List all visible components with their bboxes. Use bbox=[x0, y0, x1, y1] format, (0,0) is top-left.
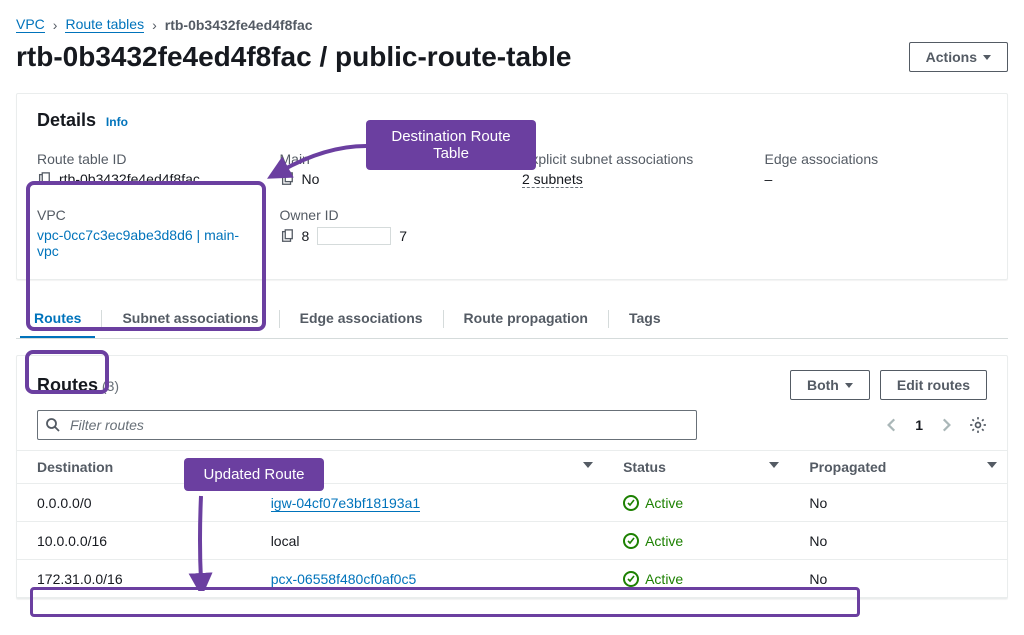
cell-destination: 0.0.0.0/0 bbox=[17, 484, 251, 522]
sort-icon bbox=[769, 462, 779, 472]
status-active-icon bbox=[623, 533, 639, 549]
both-button[interactable]: Both bbox=[790, 370, 870, 400]
actions-button[interactable]: Actions bbox=[909, 42, 1008, 72]
details-panel: Details Info Route table ID rtb-0b3432fe… bbox=[16, 93, 1008, 280]
copy-icon[interactable] bbox=[280, 172, 294, 186]
route-table-id-label: Route table ID bbox=[37, 151, 260, 167]
settings-icon[interactable] bbox=[969, 416, 987, 434]
sort-icon bbox=[987, 462, 997, 472]
info-link[interactable]: Info bbox=[106, 115, 128, 129]
table-row: 0.0.0.0/0 igw-04cf07e3bf18193a1 ActiveNo bbox=[17, 484, 1007, 522]
cell-destination: 10.0.0.0/16 bbox=[17, 522, 251, 560]
cell-propagated: No bbox=[789, 522, 1007, 560]
cell-propagated: No bbox=[789, 484, 1007, 522]
cell-destination: 172.31.0.0/16 bbox=[17, 560, 251, 598]
routes-title: Routes bbox=[37, 375, 98, 395]
page-number: 1 bbox=[915, 417, 923, 433]
col-status[interactable]: Status bbox=[603, 451, 789, 484]
tab-separator bbox=[443, 310, 444, 328]
cell-status: Active bbox=[603, 522, 789, 560]
tab-routes[interactable]: Routes bbox=[20, 300, 95, 338]
table-row: 172.31.0.0/16 pcx-06558f480cf0af0c5 Active… bbox=[17, 560, 1007, 598]
owner-id-suffix: 7 bbox=[399, 228, 407, 244]
caret-down-icon bbox=[983, 55, 991, 60]
tab-edge-associations[interactable]: Edge associations bbox=[286, 300, 437, 338]
main-label: Main bbox=[280, 151, 503, 167]
page-title: rtb-0b3432fe4ed4f8fac / public-route-tab… bbox=[16, 41, 571, 73]
filter-routes-input[interactable] bbox=[37, 410, 697, 440]
owner-id-redacted bbox=[317, 227, 391, 245]
col-propagated[interactable]: Propagated bbox=[789, 451, 1007, 484]
col-destination[interactable]: Destination bbox=[17, 451, 251, 484]
actions-label: Actions bbox=[926, 49, 977, 65]
breadcrumb-vpc[interactable]: VPC bbox=[16, 16, 45, 33]
cell-target: igw-04cf07e3bf18193a1 bbox=[251, 484, 603, 522]
explicit-label: Explicit subnet associations bbox=[522, 151, 745, 167]
col-target[interactable]: Target bbox=[251, 451, 603, 484]
next-page-icon[interactable] bbox=[937, 416, 955, 434]
edge-value: – bbox=[765, 171, 988, 187]
cell-propagated: No bbox=[789, 560, 1007, 598]
route-table-id-value: rtb-0b3432fe4ed4f8fac bbox=[59, 171, 200, 187]
target-link[interactable]: pcx-06558f480cf0af0c5 bbox=[271, 571, 417, 588]
both-label: Both bbox=[807, 377, 839, 393]
owner-id-prefix: 8 bbox=[302, 228, 310, 244]
breadcrumb: VPC › Route tables › rtb-0b3432fe4ed4f8f… bbox=[16, 16, 1008, 33]
sort-icon bbox=[583, 462, 593, 472]
copy-icon[interactable] bbox=[280, 229, 294, 243]
edge-label: Edge associations bbox=[765, 151, 988, 167]
table-row: 10.0.0.0/16localActiveNo bbox=[17, 522, 1007, 560]
vpc-label: VPC bbox=[37, 207, 260, 223]
vpc-link[interactable]: vpc-0cc7c3ec9abe3d8d6 | main-vpc bbox=[37, 227, 260, 259]
tab-separator bbox=[101, 310, 102, 328]
owner-id-label: Owner ID bbox=[280, 207, 503, 223]
chevron-right-icon: › bbox=[152, 17, 157, 33]
target-link[interactable]: igw-04cf07e3bf18193a1 bbox=[271, 495, 420, 512]
routes-panel: Routes (3) Both Edit routes 1 bbox=[16, 355, 1008, 599]
details-title: Details bbox=[37, 110, 96, 130]
caret-down-icon bbox=[845, 383, 853, 388]
copy-icon[interactable] bbox=[37, 172, 51, 186]
cell-target: local bbox=[251, 522, 603, 560]
tab-subnet-associations[interactable]: Subnet associations bbox=[108, 300, 272, 338]
tabs: Routes Subnet associations Edge associat… bbox=[16, 300, 1008, 339]
edit-routes-button[interactable]: Edit routes bbox=[880, 370, 987, 400]
explicit-subnets-link[interactable]: 2 subnets bbox=[522, 171, 583, 188]
main-value: No bbox=[302, 171, 320, 187]
routes-count: (3) bbox=[102, 378, 119, 394]
breadcrumb-current: rtb-0b3432fe4ed4f8fac bbox=[165, 17, 313, 33]
prev-page-icon[interactable] bbox=[883, 416, 901, 434]
status-active-icon bbox=[623, 571, 639, 587]
breadcrumb-route-tables[interactable]: Route tables bbox=[65, 16, 144, 33]
tab-separator bbox=[279, 310, 280, 328]
routes-table: Destination Target Status Propagated 0.0… bbox=[17, 450, 1007, 598]
cell-status: Active bbox=[603, 560, 789, 598]
cell-target: pcx-06558f480cf0af0c5 bbox=[251, 560, 603, 598]
chevron-right-icon: › bbox=[53, 17, 58, 33]
tab-tags[interactable]: Tags bbox=[615, 300, 675, 338]
status-active-icon bbox=[623, 495, 639, 511]
tab-route-propagation[interactable]: Route propagation bbox=[450, 300, 602, 338]
search-icon bbox=[45, 417, 61, 433]
tab-separator bbox=[608, 310, 609, 328]
cell-status: Active bbox=[603, 484, 789, 522]
sort-icon bbox=[231, 462, 241, 472]
